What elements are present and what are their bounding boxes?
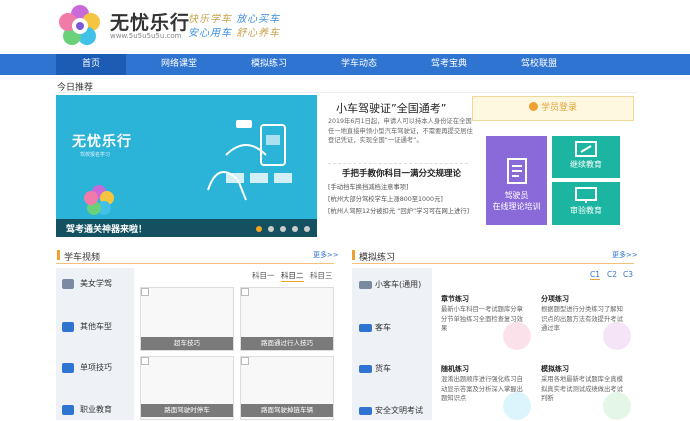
banner-caption: 驾考通关神器来啦！ [66,225,148,235]
video-category-item[interactable]: 美女学驾 [58,274,132,294]
tile-label: 在线理论培训 [492,202,541,211]
practice-card-random[interactable]: 随机练习 混淆出题顺序进行强化练习自动显示答案及分析深入掌握出题知识点 [437,364,531,420]
banner-logo-icon [84,185,114,215]
section-marker [352,250,355,260]
bus-icon [359,324,372,332]
video-section-title: 学车视频 [64,253,101,263]
brand-name: 无忧乐行 [110,12,191,34]
section-marker [57,250,60,260]
news-item[interactable]: [杭州人驾照12分被扣光 “回炉”学习可在网上进行] [328,206,473,230]
nav-online-class[interactable]: 网络课堂 [144,54,214,75]
slogan-line-1: 快乐学车 放心买车 [188,14,281,25]
video-thumbnail[interactable]: 超车技巧 [140,287,234,351]
nav-mock-practice[interactable]: 模拟练习 [234,54,304,75]
tile-label: 审验教育 [570,206,602,215]
practice-card-mock[interactable]: 模拟练习 采用各地最新考试题库全真模拟真实考试测试成绩做出考试判断 [537,364,631,420]
practice-more-link[interactable]: 更多>> [612,250,638,260]
monitor-icon [575,141,597,157]
vehicle-type-item[interactable]: 安全文明考试 [355,401,423,421]
truck-icon [359,365,372,373]
divider [352,263,634,264]
main-nav: 首页 网络课堂 模拟练习 学车动态 驾考宝典 驾校联盟 [0,54,690,75]
car-icon [359,281,372,289]
tile-label: 驾驶员 [504,191,529,200]
video-thumbnail[interactable]: 路面驾驶掉链车辆 [240,356,334,420]
video-thumbnail[interactable]: 路面通过行人技巧 [240,287,334,351]
phone-illustration-icon [207,120,292,201]
vehicle-icon [62,322,74,332]
broken-image-icon [241,288,249,296]
board-icon [575,187,597,203]
tab-subject-2[interactable]: 科目二 [281,270,304,282]
site-url: www.5u5u5u5u.com [110,32,182,40]
slogan-line-2: 安心用车 舒心养车 [188,28,281,39]
video-more-link[interactable]: 更多>> [313,250,339,260]
car-icon [62,279,74,289]
broken-image-icon [141,288,149,296]
practice-section-title: 模拟练习 [359,253,396,263]
online-theory-training-tile[interactable]: 驾驶员 在线理论培训 [486,136,547,225]
tab-subject-1[interactable]: 科目一 [252,270,275,281]
document-icon [506,158,527,184]
vehicle-type-item[interactable]: 客车 [355,318,391,338]
carousel-dot[interactable] [292,226,298,232]
nav-news[interactable]: 学车动态 [324,54,394,75]
divider [328,163,468,164]
divider [56,263,334,264]
tab-c1[interactable]: C1 [590,270,601,280]
practice-card-chapter[interactable]: 章节练习 最新小车科目一考试题库分章分节单独练习全面检查复习效果 [437,294,531,350]
student-login-button[interactable]: 学员登录 [472,96,634,121]
vehicle-type-item[interactable]: 货车 [355,359,391,379]
news-summary: 2019年6月1日起，申请人可以持本人身份证在全国任一地直接申领小型汽车驾驶证，… [328,118,473,144]
tile-label: 继续教育 [570,160,602,169]
tab-c2[interactable]: C2 [607,270,617,279]
video-category-item[interactable]: 职业教育 [58,400,132,420]
banner-title: 无忧乐行 [72,134,132,150]
tab-subject-3[interactable]: 科目三 [310,270,333,281]
video-category-item[interactable]: 单项技巧 [58,358,132,378]
broken-image-icon [141,357,149,365]
nav-home[interactable]: 首页 [56,54,126,75]
news-headline-2[interactable]: 手把手教你科目一满分交规理论 [342,167,461,179]
broken-image-icon [241,357,249,365]
banner-carousel[interactable] [56,95,317,237]
vehicle-type-item[interactable]: 小客车(通用) [355,275,421,295]
video-thumbnail[interactable]: 路面驾驶时停车 [140,356,234,420]
news-item[interactable]: [手动挡车换挡减档注意事项] [328,182,473,194]
practice-card-category[interactable]: 分项练习 根据题型进行分类练习了解知识点的出题方法有效提升考试通过率 [537,294,631,350]
continuing-education-tile[interactable]: 继续教育 [552,136,620,178]
skill-icon [62,363,74,373]
carousel-dot[interactable] [268,226,274,232]
logo-icon [59,5,100,45]
nav-exam-guide[interactable]: 驾考宝典 [414,54,484,75]
user-icon [528,102,538,111]
safety-icon [359,407,372,415]
tab-c3[interactable]: C3 [623,270,633,279]
carousel-dot[interactable] [304,226,310,232]
education-icon [62,405,74,415]
news-headline[interactable]: 小车驾驶证”全国通考” [336,100,446,116]
video-category-item[interactable]: 其他车型 [58,317,132,337]
divider [57,92,637,93]
carousel-dot[interactable] [256,226,262,232]
carousel-dot[interactable] [280,226,286,232]
banner-subtitle: 驾校报名学习 [80,152,111,158]
nav-school-alliance[interactable]: 驾校联盟 [504,54,574,75]
news-item[interactable]: [杭州大部分驾校学车上涨800至1000元] [328,194,473,206]
review-education-tile[interactable]: 审验教育 [552,182,620,225]
